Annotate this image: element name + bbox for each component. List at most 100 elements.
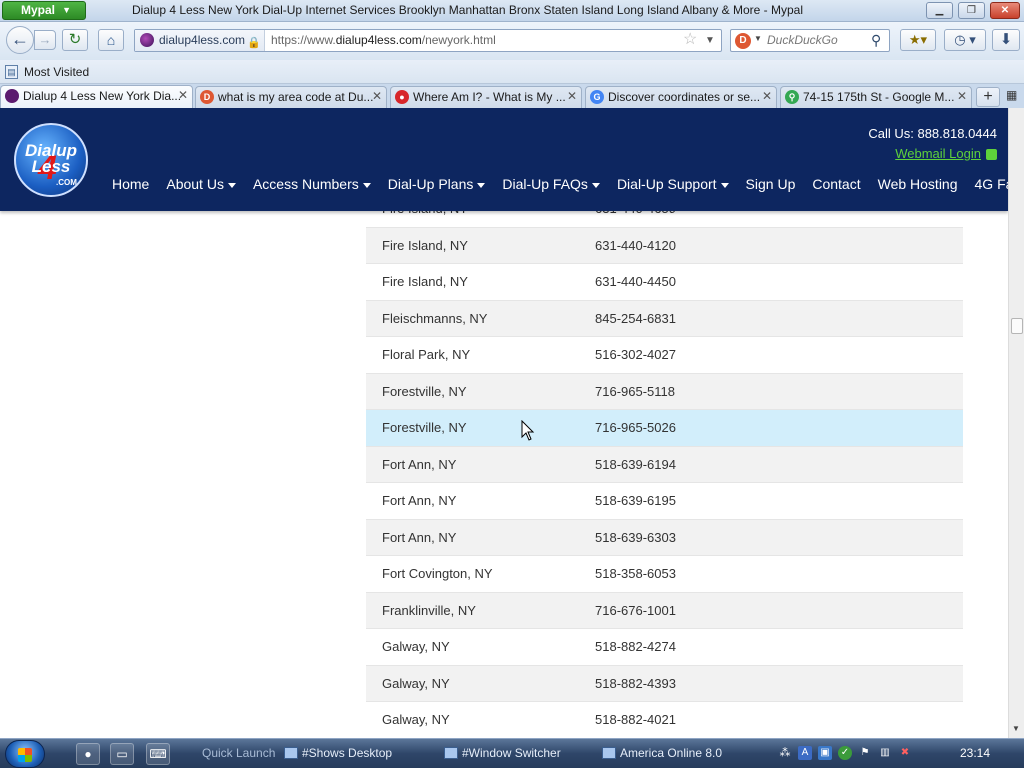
scrollbar-thumb[interactable]	[1011, 318, 1023, 334]
nav-item-label: Sign Up	[745, 176, 796, 192]
webmail-login-link[interactable]: Webmail Login	[895, 146, 981, 161]
new-tab-button[interactable]: +	[976, 87, 1000, 107]
history-button[interactable]: ◷ ▾	[944, 29, 986, 51]
close-tab-icon[interactable]: ✕	[372, 89, 382, 103]
bookmark-star-icon[interactable]: ☆	[683, 30, 697, 50]
minimize-button[interactable]: ▁	[926, 2, 953, 19]
nav-item-label: Home	[112, 176, 150, 192]
nav-item-home[interactable]: Home	[112, 176, 149, 192]
tab-discover-coordinates[interactable]: G Discover coordinates or se... ✕	[585, 86, 777, 108]
tray-volume-muted-icon[interactable]: ✖	[898, 746, 912, 760]
vertical-scrollbar[interactable]: ▼	[1008, 108, 1024, 738]
table-row: Galway, NY 518-882-4274	[366, 629, 963, 666]
taskbar-clock[interactable]: 23:14	[960, 746, 990, 760]
tray-flag-icon[interactable]: ⚑	[858, 746, 872, 760]
search-input[interactable]: DuckDuckGo	[767, 30, 838, 51]
phone-cell: 716-965-5118	[595, 383, 675, 399]
dialup4less-logo[interactable]: 4 Dialup Less .COM	[14, 123, 88, 197]
download-arrow-icon: ⬇	[999, 31, 1013, 48]
back-button[interactable]: ←	[6, 26, 34, 54]
reload-button[interactable]: ↻	[62, 29, 88, 51]
close-tab-icon[interactable]: ✕	[762, 89, 772, 103]
taskbar-item-window-switcher[interactable]: #Window Switcher	[444, 746, 561, 760]
windows-logo-icon	[18, 748, 32, 762]
dialup4less-favicon-icon	[5, 89, 19, 103]
url-history-dropdown-icon[interactable]: ▼	[705, 31, 715, 51]
tray-security-icon[interactable]: ✓	[838, 746, 852, 760]
downloads-button[interactable]: ⬇	[992, 29, 1020, 51]
nav-item-web-hosting[interactable]: Web Hosting	[878, 176, 958, 192]
tab-dialup4less[interactable]: Dialup 4 Less New York Dia... ✕	[0, 85, 193, 108]
close-tab-icon[interactable]: ✕	[567, 89, 577, 103]
scroll-down-arrow-icon[interactable]: ▼	[1012, 724, 1020, 733]
start-button[interactable]	[5, 740, 45, 768]
tab-google-maps[interactable]: ⚲ 74-15 175th St - Google M... ✕	[780, 86, 972, 108]
nav-item-dial-up-support[interactable]: Dial-Up Support	[617, 176, 729, 192]
network-drive-icon[interactable]: ⌨	[146, 743, 170, 765]
nav-item-access-numbers[interactable]: Access Numbers	[253, 176, 371, 192]
phone-cell: 518-639-6195	[595, 493, 676, 508]
duckduckgo-icon[interactable]: D	[735, 33, 751, 49]
nav-item-contact[interactable]: Contact	[812, 176, 860, 192]
plus-icon: +	[983, 88, 993, 105]
app-menu-button[interactable]: Mypal ▼	[2, 1, 86, 20]
nav-item-4g-failover[interactable]: 4G Failover	[975, 176, 1008, 192]
phone-cell: 518-639-6194	[595, 456, 676, 472]
quick-launch-label[interactable]: Quick Launch	[202, 746, 275, 760]
table-row: Fire Island, NY 631-440-4450	[366, 264, 963, 301]
city-cell: Fort Covington, NY	[382, 566, 493, 581]
taskbar-item-shows-desktop[interactable]: #Shows Desktop	[284, 746, 392, 760]
tab-where-am-i[interactable]: ● Where Am I? - What is My ... ✕	[390, 86, 582, 108]
tab-list-icon[interactable]: ▦	[1006, 88, 1017, 102]
navigation-toolbar: ← → ↻ ⌂ dialup4less.com 🔒 https://www.di…	[0, 22, 1024, 60]
search-engine-dropdown-icon[interactable]: ▼	[754, 34, 762, 43]
tab-area-code[interactable]: D what is my area code at Du... ✕	[195, 86, 387, 108]
tray-app-icon[interactable]: A	[798, 746, 812, 760]
tray-window-icon[interactable]: ▣	[818, 746, 832, 760]
close-window-button[interactable]: ✕	[990, 2, 1020, 19]
table-row: Forestville, NY 716-965-5026	[366, 410, 963, 447]
taskbar-item-aol[interactable]: America Online 8.0	[602, 746, 722, 760]
lock-icon: 🔒	[247, 37, 261, 49]
forward-button[interactable]: →	[34, 30, 56, 50]
bookmark-most-visited[interactable]: Most Visited	[24, 65, 89, 79]
tab-strip: Dialup 4 Less New York Dia... ✕ D what i…	[0, 84, 1024, 108]
google-maps-favicon-icon: ⚲	[785, 90, 799, 104]
bookmarks-menu-button[interactable]: ★▾	[900, 29, 936, 51]
site-nav-menu: Home About Us Access Numbers Dial-Up Plans D…	[112, 176, 1008, 196]
taskbar-item-label: America Online 8.0	[620, 746, 723, 760]
location-pin-favicon-icon: ●	[395, 90, 409, 104]
site-identity-label: dialup4less.com	[159, 33, 246, 47]
site-favicon-icon	[140, 33, 154, 47]
search-bar[interactable]: D ▼ DuckDuckGo ⚲	[730, 29, 890, 52]
city-cell: Fort Ann, NY	[382, 456, 457, 472]
url-text[interactable]: https://www.dialup4less.com/newyork.html	[271, 30, 496, 51]
folder-icon[interactable]: ▭	[110, 743, 134, 765]
nav-item-label: Dial-Up Support	[616, 176, 717, 192]
maximize-button[interactable]: ❐	[958, 2, 985, 19]
bookmarks-toolbar: ▤ Most Visited	[0, 60, 1024, 84]
close-tab-icon[interactable]: ✕	[957, 89, 967, 103]
nav-item-label: About Us	[166, 176, 224, 192]
nav-item-about-us[interactable]: About Us	[166, 176, 236, 192]
address-bar[interactable]: dialup4less.com 🔒 https://www.dialup4les…	[134, 29, 722, 52]
nav-item-sign-up[interactable]: Sign Up	[746, 176, 796, 192]
home-button[interactable]: ⌂	[98, 29, 124, 51]
city-cell: Floral Park, NY	[382, 347, 471, 362]
tray-expand-icon[interactable]: ⁂	[778, 746, 792, 760]
logo-line2: Less	[31, 157, 71, 176]
page-viewport: 4 Dialup Less .COM Call Us: 888.818.0444…	[0, 108, 1008, 738]
search-icon[interactable]: ⚲	[871, 30, 881, 51]
close-tab-icon[interactable]: ✕	[178, 88, 188, 102]
raccoon-app-icon[interactable]: ●	[76, 743, 100, 765]
city-cell: Fleischmanns, NY	[382, 310, 488, 326]
site-identity-button[interactable]: dialup4less.com 🔒	[135, 30, 265, 51]
nav-item-dial-up-plans[interactable]: Dial-Up Plans	[388, 176, 486, 192]
city-cell: Galway, NY	[382, 712, 450, 727]
table-row: Floral Park, NY 516-302-4027	[366, 337, 963, 374]
nav-item-dial-up-faqs[interactable]: Dial-Up FAQs	[502, 176, 600, 192]
tray-network-icon[interactable]: ▥	[878, 746, 892, 760]
city-cell: Galway, NY	[382, 675, 450, 691]
desktop-icon	[284, 747, 298, 759]
caret-down-icon	[720, 182, 729, 188]
